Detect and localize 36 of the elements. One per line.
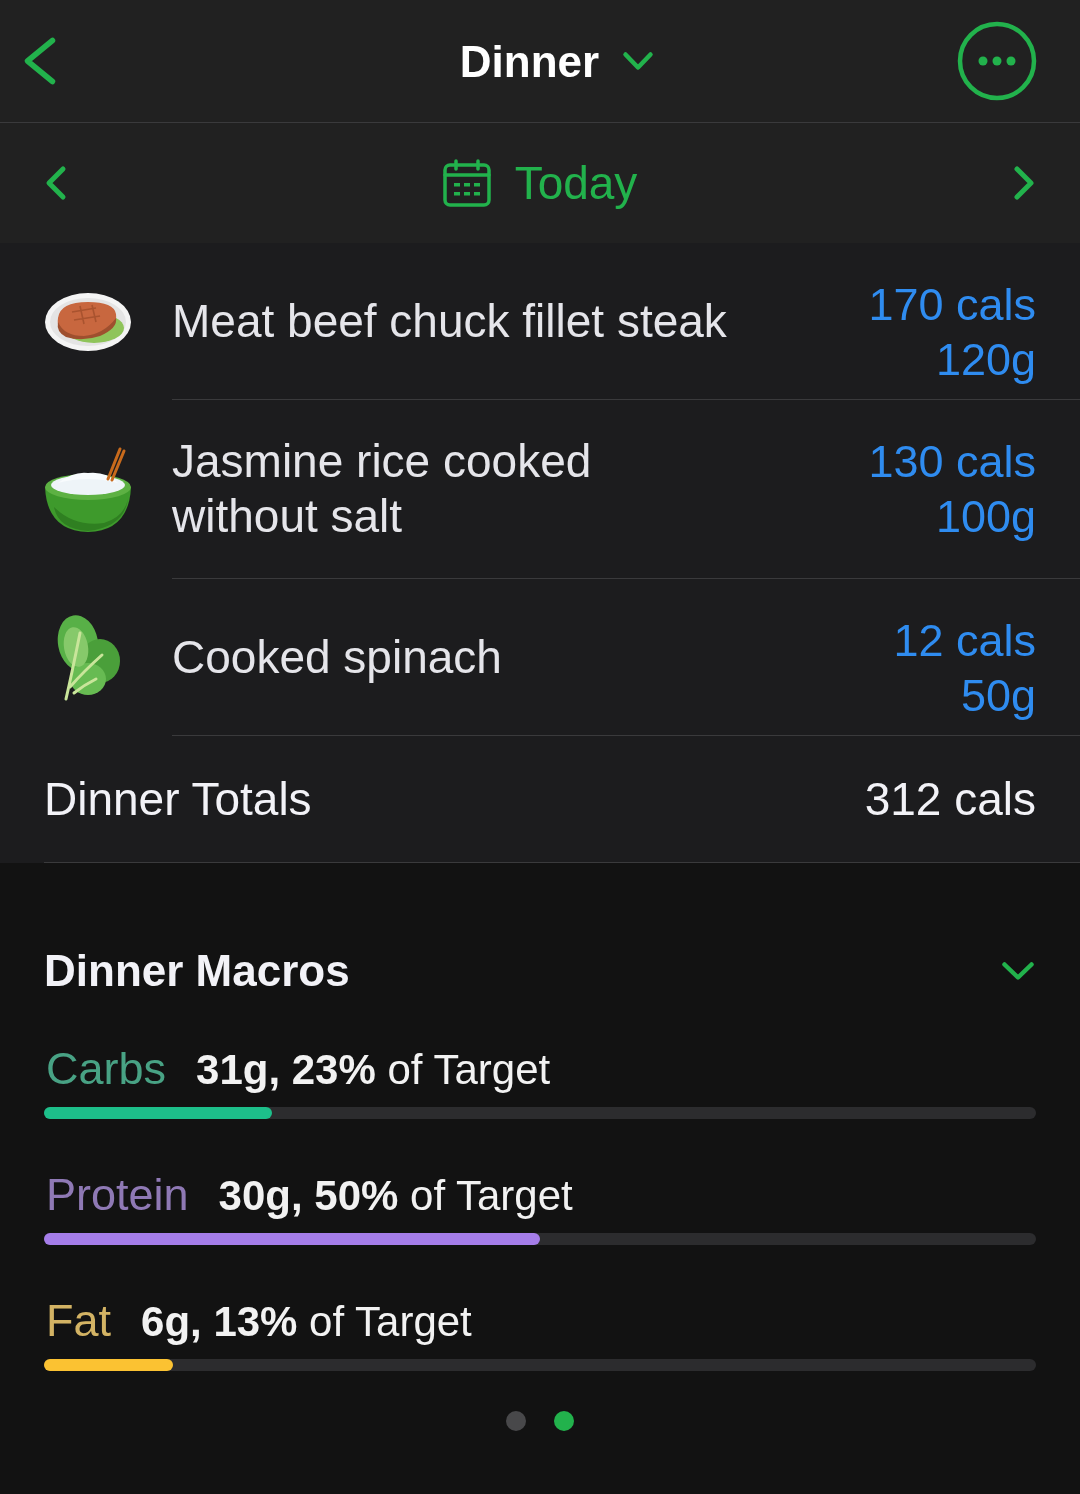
date-button[interactable]: Today (442, 155, 638, 211)
totals-calories: 312 cals (864, 771, 1036, 827)
more-button[interactable] (957, 21, 1037, 101)
food-calories: 12 cals (893, 614, 1036, 668)
food-calories: 170 cals (868, 278, 1036, 332)
chevron-down-icon (621, 50, 656, 72)
chevron-left-icon (44, 164, 68, 202)
food-name: Meat beef chuck fillet steak (172, 293, 728, 349)
page-dot[interactable] (506, 1411, 526, 1431)
collapse-button[interactable] (1000, 959, 1036, 982)
food-amount: 100g (935, 490, 1036, 544)
chevron-right-icon (1012, 164, 1036, 202)
section-title: Dinner Macros (44, 945, 350, 997)
totals-label: Dinner Totals (44, 771, 312, 827)
macro-name: Carbs (46, 1042, 167, 1096)
food-amount: 50g (960, 669, 1036, 723)
macro-name: Fat (46, 1294, 112, 1348)
food-name: Cooked spinach (172, 629, 503, 685)
more-icon (957, 21, 1037, 101)
page-dot[interactable] (554, 1411, 574, 1431)
meal-dropdown[interactable]: Dinner (459, 33, 656, 89)
food-name: Jasmine rice cooked without salt (172, 434, 593, 544)
calendar-icon (442, 159, 491, 207)
rice-bowl-icon (44, 446, 132, 533)
food-calories: 130 cals (868, 435, 1036, 489)
previous-day-button[interactable] (44, 164, 68, 202)
chevron-down-icon (1000, 959, 1036, 982)
steak-plate-icon (44, 291, 132, 352)
next-day-button[interactable] (1012, 164, 1036, 202)
macro-name: Protein (46, 1168, 189, 1222)
macro-detail: 6g, 13% of Target (141, 1297, 472, 1347)
chevron-left-icon (22, 35, 58, 87)
macro-detail: 31g, 23% of Target (196, 1045, 551, 1095)
back-button[interactable] (22, 35, 58, 87)
macro-detail: 30g, 50% of Target (218, 1171, 573, 1221)
food-amount: 120g (935, 333, 1036, 387)
